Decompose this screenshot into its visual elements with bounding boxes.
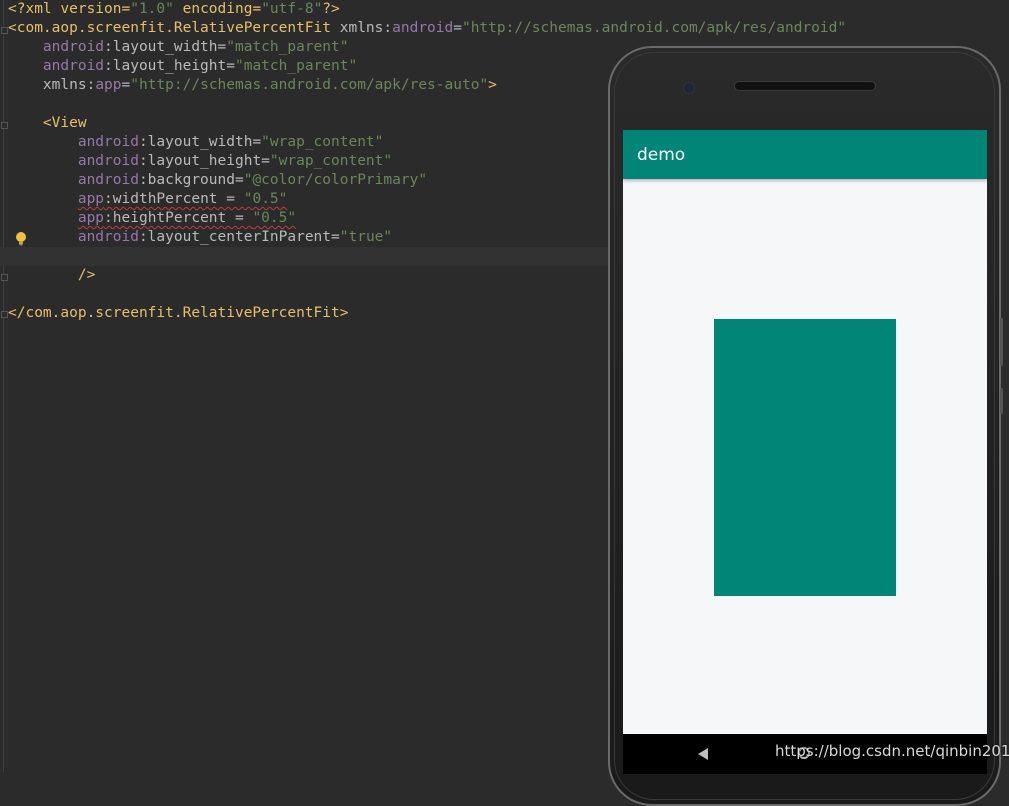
code-token: "1.0": [130, 1, 174, 17]
code-line[interactable]: />: [8, 266, 95, 285]
fold-marker[interactable]: [1, 311, 8, 318]
fold-marker[interactable]: [1, 27, 8, 34]
code-line[interactable]: <View: [8, 114, 87, 133]
current-line-highlight: [0, 247, 608, 266]
code-line[interactable]: </com.aop.screenfit.RelativePercentFit>: [8, 304, 348, 323]
code-token: android: [8, 58, 105, 74]
code-token: :layout_width=: [104, 39, 227, 55]
power-button: [1000, 388, 1003, 414]
code-token: :widthPercent =: [104, 191, 244, 207]
code-line[interactable]: app:widthPercent = "0.5": [8, 190, 288, 209]
code-token: <View: [8, 115, 87, 131]
code-token: "true": [339, 229, 393, 245]
code-line[interactable]: <com.aop.screenfit.RelativePercentFit xm…: [8, 19, 846, 38]
code-token: android: [392, 20, 454, 36]
code-token: <?xml version=: [8, 1, 131, 17]
camera-icon: [683, 82, 695, 94]
code-token: =: [121, 77, 131, 93]
code-token: android: [8, 229, 139, 245]
code-token: android: [8, 153, 139, 169]
code-token: :: [383, 20, 393, 36]
code-line[interactable]: <?xml version="1.0" encoding="utf-8"?>: [8, 0, 340, 19]
code-token: :: [86, 77, 96, 93]
gutter-divider: [3, 0, 4, 772]
code-token: </com.aop.screenfit.RelativePercentFit>: [8, 305, 349, 321]
device-frame: demo: [608, 46, 1003, 806]
code-line[interactable]: xmlns:app="http://schemas.android.com/ap…: [8, 76, 497, 95]
code-token: android: [8, 172, 139, 188]
speaker-grille: [734, 81, 876, 91]
code-token: :background=: [138, 172, 244, 188]
code-token: "http://schemas.android.com/apk/res-auto…: [130, 77, 489, 93]
code-token: :heightPercent =: [104, 210, 253, 226]
code-token: :layout_centerInParent=: [138, 229, 340, 245]
volume-button: [1000, 318, 1003, 366]
code-token: xmlns: [8, 77, 87, 93]
code-token: <com.aop.screenfit.RelativePercentFit: [8, 20, 340, 36]
code-token: android: [8, 39, 105, 55]
code-token: :layout_width=: [138, 134, 262, 150]
code-line[interactable]: android:layout_centerInParent="true": [8, 228, 392, 247]
code-token: "match_parent": [234, 58, 358, 74]
code-token: "http://schemas.android.com/apk/res/andr…: [461, 20, 847, 36]
code-token: "0.5": [252, 210, 297, 226]
code-token: >: [488, 77, 497, 93]
code-token: "0.5": [243, 191, 288, 207]
code-token: "wrap_content": [269, 153, 393, 169]
centered-view: [714, 319, 896, 596]
code-token: encoding=: [173, 1, 262, 17]
code-token: />: [8, 267, 96, 283]
back-icon[interactable]: [698, 748, 708, 760]
code-token: android: [8, 134, 139, 150]
code-token: xmlns: [339, 20, 384, 36]
code-token: :layout_height=: [138, 153, 270, 169]
code-token: "@color/colorPrimary": [243, 172, 428, 188]
code-token: ?>: [322, 1, 340, 17]
code-line[interactable]: android:layout_width="wrap_content": [8, 133, 384, 152]
code-line[interactable]: app:heightPercent = "0.5": [8, 209, 296, 228]
app-bar: demo: [623, 130, 987, 179]
code-line[interactable]: android:layout_height="match_parent": [8, 57, 357, 76]
code-token: "utf-8": [261, 1, 323, 17]
fold-marker[interactable]: [1, 274, 8, 281]
code-token: app: [77, 191, 105, 207]
code-line[interactable]: android:layout_width="match_parent": [8, 38, 349, 57]
code-line[interactable]: android:layout_height="wrap_content": [8, 152, 392, 171]
code-token: :layout_height=: [104, 58, 235, 74]
fold-marker[interactable]: [1, 122, 8, 129]
app-title: demo: [637, 145, 686, 165]
code-token: app: [95, 77, 122, 93]
watermark-url: https://blog.csdn.net/qinbin2015: [775, 742, 1009, 760]
code-token: =: [453, 20, 462, 36]
code-token: "match_parent": [226, 39, 349, 55]
code-line[interactable]: android:background="@color/colorPrimary": [8, 171, 427, 190]
device-screen: demo: [623, 130, 987, 774]
code-token: app: [77, 210, 105, 226]
code-token: "wrap_content": [261, 134, 384, 150]
